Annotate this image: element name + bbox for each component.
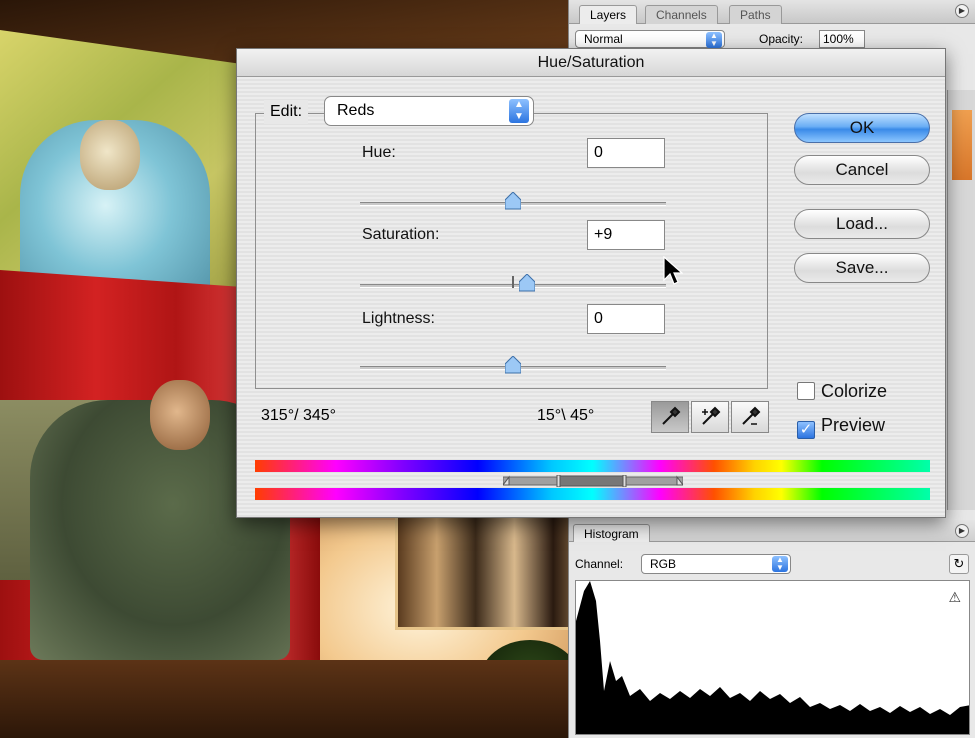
photo-head-top — [80, 120, 140, 190]
refresh-icon[interactable]: ↻ — [949, 554, 969, 574]
edit-select[interactable]: Reds ▲ ▼ — [324, 96, 534, 126]
opacity-label: Opacity: — [759, 32, 804, 46]
tab-channels[interactable]: Channels — [645, 5, 718, 24]
channel-label: Channel: — [575, 557, 624, 571]
lightness-slider-thumb[interactable] — [505, 356, 521, 374]
cache-warning-icon[interactable]: ⚠ — [948, 589, 961, 606]
layers-scroll-strip[interactable] — [947, 90, 975, 510]
eyedropper-minus-icon[interactable] — [731, 401, 769, 433]
preview-checkbox[interactable]: ✓ — [797, 421, 815, 439]
range-end-readout: 15°\ 45° — [537, 407, 595, 424]
blend-mode-value: Normal — [584, 32, 623, 46]
load-button[interactable]: Load... — [794, 209, 930, 239]
range-start-readout: 315°/ 345° — [261, 407, 337, 424]
edit-value: Reds — [337, 102, 375, 119]
blend-mode-stepper-icon: ▲ ▼ — [706, 32, 722, 48]
tab-layers[interactable]: Layers — [579, 5, 638, 24]
tab-paths[interactable]: Paths — [729, 5, 782, 24]
palette-menu-icon[interactable]: ▶ — [955, 4, 969, 18]
save-button[interactable]: Save... — [794, 253, 930, 283]
bottom-spectrum-bar — [255, 488, 930, 500]
saturation-field[interactable]: +9 — [587, 220, 665, 250]
eyedropper-group — [651, 401, 771, 433]
edit-stepper-icon: ▲ ▼ — [509, 99, 529, 123]
histogram-channel-row: Channel: RGB ▲ ▼ ↻ — [575, 554, 969, 574]
colorize-checkbox-row[interactable]: Colorize — [797, 381, 887, 402]
edit-label: Edit: — [264, 100, 309, 124]
mouse-cursor-icon — [663, 255, 684, 291]
opacity-field[interactable]: 100% — [819, 30, 865, 48]
layers-options-row: Normal ▲ ▼ Opacity: 100% — [575, 30, 969, 50]
edit-group-box: Edit: Reds ▲ ▼ Hue: 0 Saturation: +9 Ligh… — [255, 96, 768, 389]
colorize-label: Colorize — [821, 381, 888, 401]
colorize-checkbox[interactable] — [797, 382, 815, 400]
histogram-bars — [576, 581, 969, 734]
layers-palette-tabs: Layers Channels Paths ▶ — [569, 0, 975, 24]
eyedropper-plus-icon[interactable] — [691, 401, 729, 433]
photo-head-bottom — [150, 380, 210, 450]
preview-checkbox-row[interactable]: ✓ Preview — [797, 415, 885, 439]
hue-saturation-dialog: Hue/Saturation Edit: Reds ▲ ▼ Hue: 0 Satu… — [236, 48, 946, 518]
saturation-label: Saturation: — [362, 226, 440, 243]
tab-histogram[interactable]: Histogram — [573, 524, 650, 542]
channel-value: RGB — [650, 557, 677, 571]
preview-label: Preview — [821, 415, 886, 435]
top-spectrum-bar — [255, 460, 930, 472]
cancel-button[interactable]: Cancel — [794, 155, 930, 185]
color-range-bar[interactable] — [502, 474, 684, 488]
hue-slider-thumb[interactable] — [505, 192, 521, 210]
histogram-tabs: Histogram ▶ — [569, 520, 975, 542]
ok-button[interactable]: OK — [794, 113, 930, 143]
saturation-origin-tick — [512, 276, 514, 288]
histogram-palette: Histogram ▶ Channel: RGB ▲ ▼ ↻ ⚠ — [568, 520, 975, 738]
lightness-field[interactable]: 0 — [587, 304, 665, 334]
photo-wood-trim — [0, 660, 600, 738]
histogram-menu-icon[interactable]: ▶ — [955, 524, 969, 538]
channel-select[interactable]: RGB ▲ ▼ — [641, 554, 791, 574]
dialog-title: Hue/Saturation — [237, 49, 945, 77]
layer-thumbnail — [952, 110, 972, 180]
hue-label: Hue: — [362, 144, 396, 161]
histogram-graph: ⚠ — [575, 580, 970, 735]
eyedropper-icon[interactable] — [651, 401, 689, 433]
saturation-slider-thumb[interactable] — [518, 274, 535, 292]
lightness-label: Lightness: — [362, 310, 435, 327]
blend-mode-select[interactable]: Normal ▲ ▼ — [575, 30, 725, 48]
hue-field[interactable]: 0 — [587, 138, 665, 168]
channel-stepper-icon: ▲ ▼ — [772, 556, 788, 572]
photo-frame-right — [395, 510, 595, 630]
